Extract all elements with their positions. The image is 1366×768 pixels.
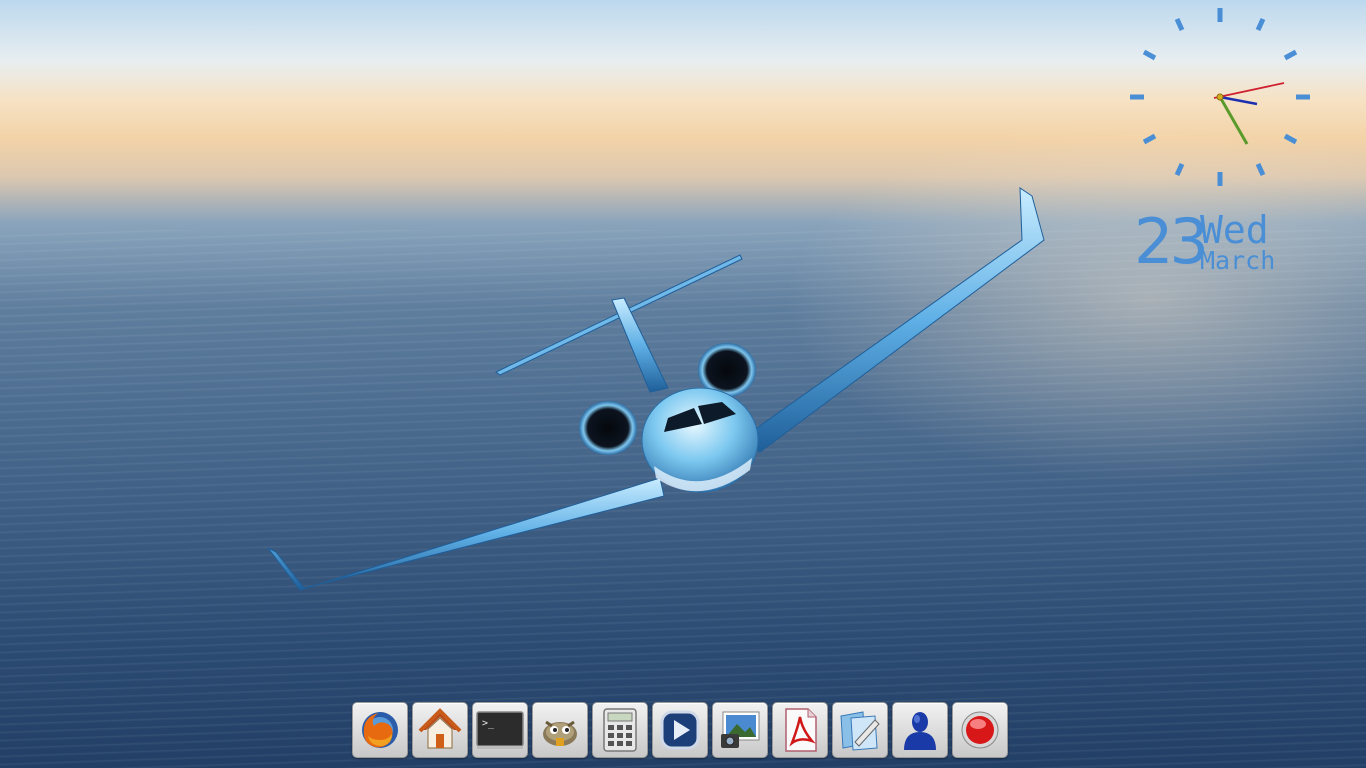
user-icon — [904, 712, 936, 750]
clock-center — [1216, 93, 1224, 101]
app-dock: >_ — [352, 702, 1008, 758]
date-day: 23 — [1134, 205, 1209, 278]
dock-item-image-viewer[interactable] — [712, 702, 768, 758]
dock-item-pdf-reader[interactable] — [772, 702, 828, 758]
dock-item-firefox[interactable] — [352, 702, 408, 758]
dock-item-user-accounts[interactable] — [892, 702, 948, 758]
desktop: 23 Wed March >_ — [0, 0, 1366, 768]
photo-icon — [721, 711, 760, 748]
date-weekday: Wed — [1200, 208, 1269, 252]
terminal-icon: >_ — [476, 711, 524, 749]
firefox-icon — [362, 712, 398, 748]
home-icon — [418, 708, 462, 749]
play-icon — [660, 710, 700, 750]
dock-item-calculator[interactable] — [592, 702, 648, 758]
power-icon — [961, 711, 999, 749]
terminal-prompt: >_ — [482, 718, 495, 729]
dock-item-home[interactable] — [412, 702, 468, 758]
analog-clock — [1130, 8, 1310, 186]
pdf-icon — [785, 708, 817, 752]
clock-hour-hand — [1219, 95, 1258, 106]
calculator-icon — [603, 708, 637, 752]
date-month: March — [1200, 246, 1276, 275]
editor-icon — [840, 711, 880, 751]
clock-widget: 23 Wed March — [1120, 0, 1320, 290]
gimp-icon — [543, 720, 577, 746]
clock-second-hand — [1213, 82, 1285, 99]
dock-item-terminal[interactable]: >_ — [472, 702, 528, 758]
clock-minute-hand — [1218, 96, 1249, 145]
dock-item-gimp[interactable] — [532, 702, 588, 758]
dock-item-media-player[interactable] — [652, 702, 708, 758]
dock-item-text-editor[interactable] — [832, 702, 888, 758]
dock-item-shutdown[interactable] — [952, 702, 1008, 758]
